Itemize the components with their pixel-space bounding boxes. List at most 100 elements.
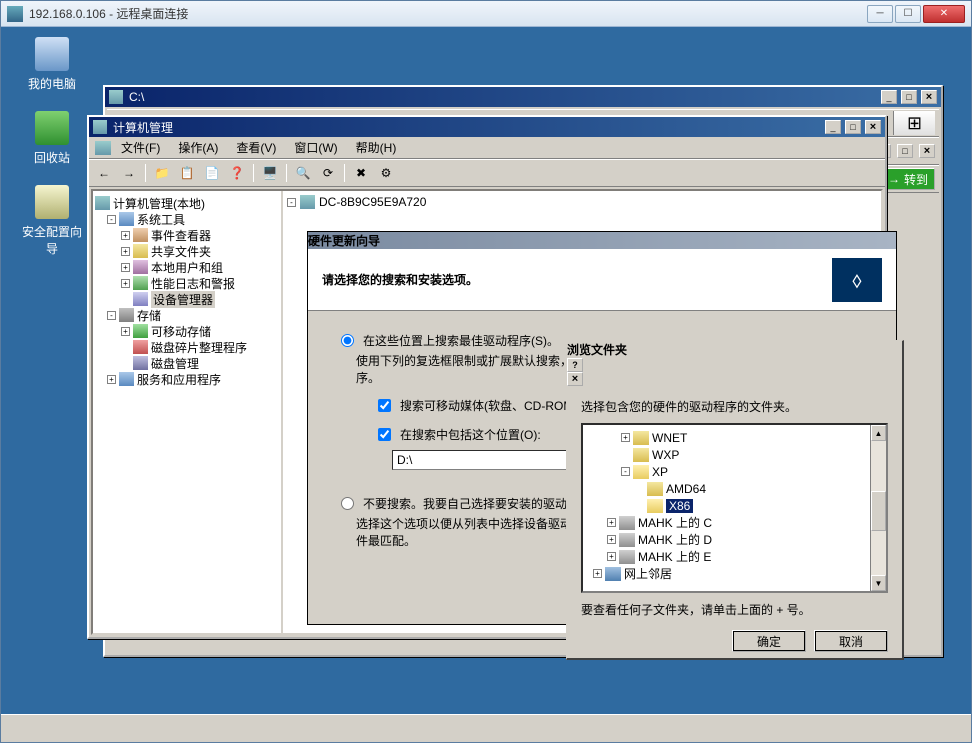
cancel-button[interactable]: 取消 [814,630,888,652]
scroll-track[interactable] [871,441,886,575]
tool-scan-icon[interactable]: 🔍 [292,162,314,184]
mmc-minimize-button[interactable] [825,120,841,134]
secwizard-label-2: 导 [17,240,87,257]
desktop-icon-recyclebin[interactable]: 回收站 [17,111,87,166]
network-neighborhood[interactable]: +网上邻居 [585,565,884,582]
inner-close-button[interactable] [919,144,935,158]
tool-export-icon[interactable]: 📄 [201,162,223,184]
goto-button[interactable]: 转到 [881,168,935,190]
check-location[interactable] [378,428,391,441]
option1-radio[interactable] [341,334,354,347]
folder-wxp[interactable]: WXP [585,446,884,463]
explorer-maximize-button[interactable] [901,90,917,104]
drive-mahk-d[interactable]: +MAHK 上的 D [585,531,884,548]
menu-file[interactable]: 文件(F) [113,137,168,158]
ok-button[interactable]: 确定 [732,630,806,652]
tool-uninstall-icon[interactable]: ✖ [350,162,372,184]
tree-event[interactable]: +事件查看器 [95,227,279,243]
scroll-down-button[interactable]: ▼ [871,575,886,591]
wizard-band: 硬件更新向导 [308,232,896,249]
tool-up-icon[interactable]: 📁 [151,162,173,184]
check-location-label: 在搜索中包括这个位置(O): [400,426,541,443]
desktop-icon-mycomputer[interactable]: 我的电脑 [17,37,87,92]
expand-icon[interactable]: + [107,375,116,384]
scroll-thumb[interactable] [871,491,886,531]
browse-tree[interactable]: +WNET WXP -XP AMD64 X86 +MAHK 上的 C +MAHK… [581,423,888,593]
device-host-row[interactable]: - DC-8B9C95E9A720 [287,195,877,209]
option2-radio[interactable] [341,497,354,510]
folder-wnet[interactable]: +WNET [585,429,884,446]
scroll-up-button[interactable]: ▲ [871,425,886,441]
tool-properties-icon[interactable]: 📋 [176,162,198,184]
tree-removable[interactable]: +可移动存储 [95,323,279,339]
drive-mahk-c[interactable]: +MAHK 上的 C [585,514,884,531]
mmc-maximize-button[interactable] [845,120,861,134]
browse-scrollbar[interactable]: ▲ ▼ [870,425,886,591]
browse-footer: 要查看任何子文件夹，请单击上面的 + 号。 确定 取消 [567,593,902,658]
explorer-close-button[interactable] [921,90,937,104]
collapse-icon[interactable]: - [621,467,630,476]
collapse-icon[interactable]: - [107,311,116,320]
wizard-header: 请选择您的搜索和安装选项。 ⬨ [308,249,896,311]
tool-refresh-icon[interactable]: ⟳ [317,162,339,184]
host-computer-icon [300,195,315,209]
mmc-tree[interactable]: 计算机管理(本地) -系统工具 +事件查看器 +共享文件夹 +本地用户和组 +性… [93,191,283,633]
tool-forward-icon[interactable]: → [118,162,140,184]
collapse-icon[interactable]: - [107,215,116,224]
shared-icon [133,244,148,258]
expand-icon[interactable]: + [121,279,130,288]
rdp-maximize-button[interactable] [895,5,921,23]
folder-amd64[interactable]: AMD64 [585,480,884,497]
tool-devmgr-icon[interactable]: 🖥️ [259,162,281,184]
menu-window[interactable]: 窗口(W) [286,137,345,158]
explorer-titlebar[interactable]: C:\ [105,87,941,107]
expand-icon[interactable]: + [121,231,130,240]
rdp-minimize-button[interactable] [867,5,893,23]
folder-xp[interactable]: -XP [585,463,884,480]
tree-root[interactable]: 计算机管理(本地) [95,195,279,211]
expand-icon[interactable]: + [121,247,130,256]
taskbar[interactable] [1,714,971,742]
tree-device[interactable]: 设备管理器 [95,291,279,307]
secwizard-label-1: 安全配置向 [17,223,87,240]
event-icon [133,228,148,242]
expand-icon[interactable]: + [121,327,130,336]
tree-shared[interactable]: +共享文件夹 [95,243,279,259]
expand-icon[interactable]: + [593,569,602,578]
browse-help-button[interactable] [567,358,583,372]
expand-icon[interactable]: + [621,433,630,442]
folder-x86[interactable]: X86 [585,497,884,514]
rdp-close-button[interactable] [923,5,965,23]
expand-icon[interactable]: + [607,552,616,561]
tree-services[interactable]: +服务和应用程序 [95,371,279,387]
expand-icon[interactable]: + [607,535,616,544]
inner-maximize-button[interactable] [897,144,913,158]
tree-storage[interactable]: -存储 [95,307,279,323]
tool-help-icon[interactable]: ❓ [226,162,248,184]
tree-defrag[interactable]: 磁盘碎片整理程序 [95,339,279,355]
users-icon [133,260,148,274]
tree-diskmgmt[interactable]: 磁盘管理 [95,355,279,371]
tree-users[interactable]: +本地用户和组 [95,259,279,275]
browse-close-button[interactable] [567,372,583,386]
menu-view[interactable]: 查看(V) [228,137,284,158]
tool-separator [344,164,345,182]
expand-icon[interactable]: + [121,263,130,272]
browse-titlebar[interactable]: 浏览文件夹 [567,341,902,386]
explorer-minimize-button[interactable] [881,90,897,104]
menu-action[interactable]: 操作(A) [170,137,226,158]
expand-icon[interactable]: + [607,518,616,527]
tree-systools[interactable]: -系统工具 [95,211,279,227]
check-removable[interactable] [378,399,391,412]
tree-perf[interactable]: +性能日志和警报 [95,275,279,291]
tool-update-icon[interactable]: ⚙ [375,162,397,184]
removable-icon [133,324,148,338]
tool-back-icon[interactable]: ← [93,162,115,184]
browse-hint: 要查看任何子文件夹，请单击上面的 + 号。 [581,601,888,618]
drive-mahk-e[interactable]: +MAHK 上的 E [585,548,884,565]
desktop-icon-secwizard[interactable]: 安全配置向 导 [17,185,87,257]
mmc-close-button[interactable] [865,120,881,134]
menu-help[interactable]: 帮助(H) [348,137,405,158]
collapse-icon[interactable]: - [287,198,296,207]
mmc-titlebar[interactable]: 计算机管理 [89,117,885,137]
